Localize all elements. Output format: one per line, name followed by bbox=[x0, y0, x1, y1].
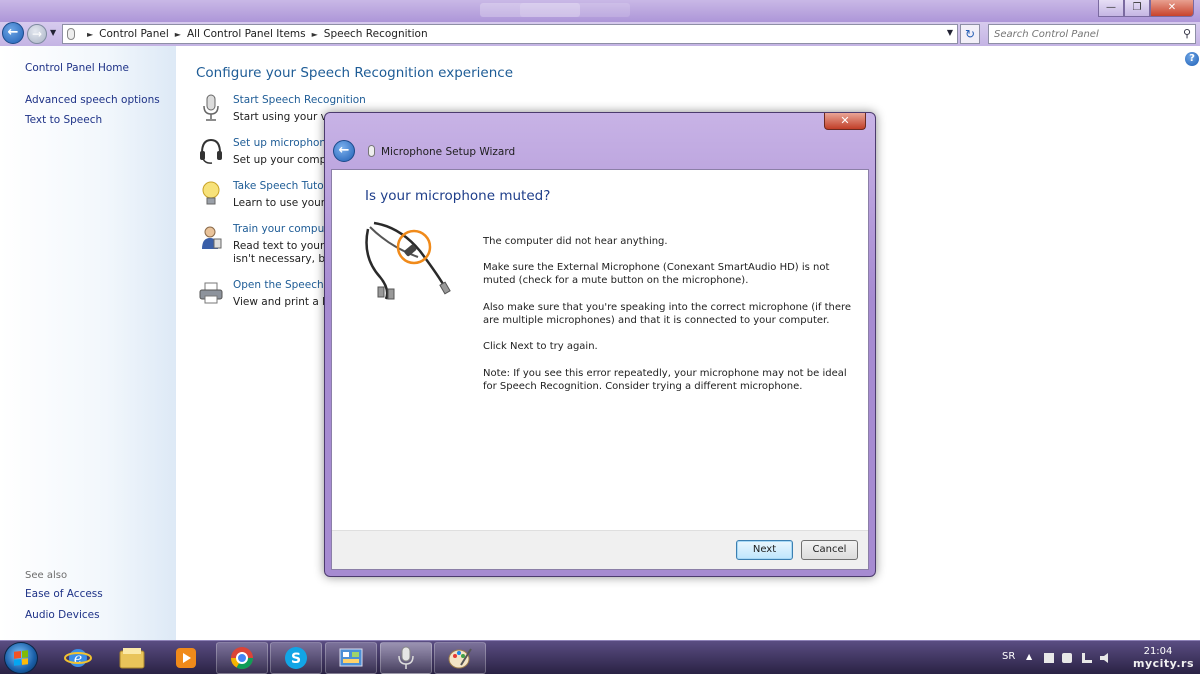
skype-icon[interactable]: S bbox=[270, 642, 322, 674]
restore-button[interactable]: ❐ bbox=[1124, 0, 1150, 17]
battery-icon[interactable] bbox=[1062, 653, 1072, 663]
refresh-button[interactable]: ↻ bbox=[960, 24, 980, 44]
dialog-back-button[interactable]: ← bbox=[333, 140, 355, 162]
clock-time[interactable]: 21:04 bbox=[1138, 646, 1178, 657]
chevron-right-icon[interactable]: ► bbox=[175, 30, 181, 39]
set-up-microphone-link[interactable]: Set up microphone bbox=[233, 137, 333, 149]
task-start-speech-recognition: Start Speech Recognition Start using you… bbox=[196, 94, 366, 134]
dialog-message: Make sure the External Microphone (Conex… bbox=[483, 262, 830, 286]
audio-devices-link[interactable]: Audio Devices bbox=[25, 609, 100, 621]
search-icon[interactable]: ⚲ bbox=[1183, 27, 1191, 40]
start-button[interactable] bbox=[4, 642, 38, 674]
search-box[interactable]: ⚲ bbox=[988, 24, 1196, 44]
task-take-speech-tutorial: Take Speech Tutori Learn to use your co bbox=[196, 180, 341, 220]
minimize-button[interactable]: — bbox=[1098, 0, 1124, 17]
dialog-message: Note: If you see this error repeatedly, … bbox=[483, 368, 847, 392]
window-controls: — ❐ ✕ bbox=[1098, 0, 1194, 17]
recent-pages-dropdown[interactable]: ▼ bbox=[50, 28, 56, 37]
task-description: Start using your voi bbox=[233, 111, 337, 123]
task-train-computer: Train your compute Read text to your co … bbox=[196, 223, 340, 265]
ease-of-access-link[interactable]: Ease of Access bbox=[25, 588, 103, 600]
dialog-heading: Is your microphone muted? bbox=[365, 188, 551, 204]
address-bar[interactable]: ► Control Panel ► All Control Panel Item… bbox=[62, 24, 958, 44]
background-tab bbox=[520, 3, 630, 17]
headset-icon bbox=[200, 138, 222, 164]
take-speech-tutorial-link[interactable]: Take Speech Tutori bbox=[233, 180, 331, 192]
speech-mic-icon[interactable] bbox=[380, 642, 432, 674]
breadcrumb-all-items[interactable]: All Control Panel Items bbox=[187, 28, 306, 40]
volume-icon[interactable] bbox=[1100, 653, 1108, 663]
dialog-body: Is your microphone muted? The computer d… bbox=[331, 169, 869, 570]
breadcrumb-control-panel[interactable]: Control Panel bbox=[99, 28, 169, 40]
advanced-speech-options-link[interactable]: Advanced speech options bbox=[25, 94, 160, 106]
search-input[interactable] bbox=[989, 25, 1169, 43]
help-icon[interactable]: ? bbox=[1185, 52, 1199, 66]
address-dropdown-icon[interactable]: ▼ bbox=[947, 28, 953, 37]
microphone-setup-wizard-dialog: ✕ ← Microphone Setup Wizard Is your micr… bbox=[324, 112, 876, 577]
close-button[interactable]: ✕ bbox=[1150, 0, 1194, 17]
task-description: View and print a list bbox=[233, 296, 338, 308]
chevron-right-icon[interactable]: ► bbox=[87, 30, 93, 39]
show-hidden-icons-icon[interactable]: ▲ bbox=[1026, 652, 1032, 661]
microphone-icon bbox=[67, 28, 75, 40]
dialog-title: Microphone Setup Wizard bbox=[381, 146, 516, 158]
task-set-up-microphone: Set up microphone Set up your comput bbox=[196, 137, 338, 177]
action-center-flag-icon[interactable] bbox=[1044, 653, 1054, 663]
microphone-cable-image bbox=[365, 221, 451, 300]
window-titlebar: — ❐ ✕ bbox=[0, 0, 1200, 22]
printer-icon bbox=[199, 282, 223, 304]
dialog-footer: Next Cancel bbox=[332, 530, 868, 569]
microphone-icon bbox=[368, 145, 375, 157]
taskbar: e S SR ▲ 21:04 mycity.rs bbox=[0, 640, 1200, 674]
lightbulb-icon bbox=[202, 181, 220, 205]
train-computer-link[interactable]: Train your compute bbox=[233, 223, 335, 235]
breadcrumb-speech-recognition[interactable]: Speech Recognition bbox=[324, 28, 428, 40]
windows-logo-icon bbox=[14, 650, 28, 666]
folder-icon[interactable] bbox=[106, 642, 158, 674]
navigation-bar: ← → ▼ ► Control Panel ► All Control Pane… bbox=[0, 22, 1200, 46]
task-open-speech-reference: Open the Speech Re View and print a list bbox=[196, 279, 340, 319]
dialog-message: The computer did not hear anything. bbox=[483, 236, 668, 247]
watermark-text: mycity.rs bbox=[1133, 657, 1194, 670]
internet-explorer-icon[interactable]: e bbox=[52, 642, 104, 674]
task-description: Set up your comput bbox=[233, 154, 338, 166]
control-panel-icon[interactable] bbox=[325, 642, 377, 674]
start-speech-recognition-link[interactable]: Start Speech Recognition bbox=[233, 94, 366, 106]
next-button[interactable]: Next bbox=[736, 540, 793, 560]
network-icon[interactable] bbox=[1082, 653, 1092, 663]
paint-icon[interactable] bbox=[434, 642, 486, 674]
dialog-message: Also make sure that you're speaking into… bbox=[483, 302, 852, 326]
chevron-right-icon[interactable]: ► bbox=[312, 30, 318, 39]
control-panel-home-link[interactable]: Control Panel Home bbox=[25, 62, 129, 74]
dialog-close-button[interactable]: ✕ bbox=[824, 113, 866, 130]
left-navigation-pane: Control Panel Home Advanced speech optio… bbox=[0, 46, 176, 640]
cancel-button[interactable]: Cancel bbox=[801, 540, 858, 560]
media-player-icon[interactable] bbox=[160, 642, 212, 674]
svg-text:S: S bbox=[291, 651, 301, 667]
forward-button[interactable]: → bbox=[27, 24, 47, 44]
back-button[interactable]: ← bbox=[2, 22, 24, 44]
text-to-speech-link[interactable]: Text to Speech bbox=[25, 114, 102, 126]
language-indicator[interactable]: SR bbox=[1002, 651, 1015, 662]
see-also-heading: See also bbox=[25, 570, 68, 581]
user-train-icon bbox=[202, 226, 222, 249]
dialog-message: Click Next to try again. bbox=[483, 341, 598, 352]
page-title: Configure your Speech Recognition experi… bbox=[196, 65, 513, 81]
chrome-icon[interactable] bbox=[216, 642, 268, 674]
task-description-line2: isn't necessary, but bbox=[233, 253, 336, 265]
microphone-icon bbox=[203, 94, 219, 121]
